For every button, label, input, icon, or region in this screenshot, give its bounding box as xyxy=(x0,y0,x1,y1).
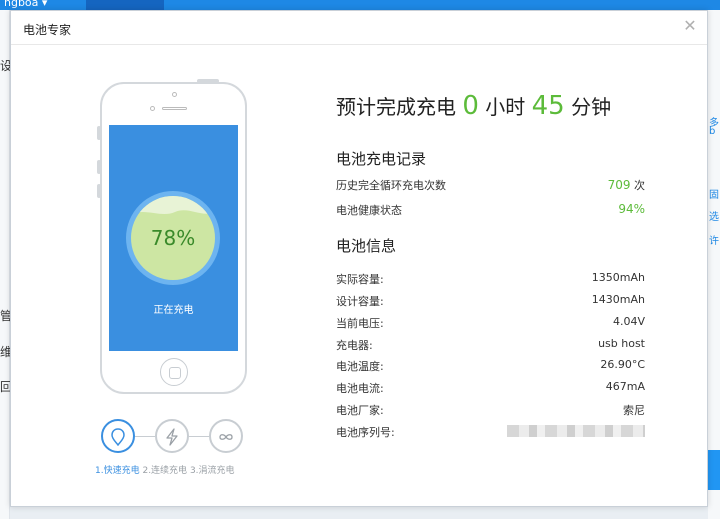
cycles-row: 历史完全循环充电次数 709 次 xyxy=(336,177,645,195)
serial-redacted xyxy=(507,425,645,437)
step-connector xyxy=(135,436,155,437)
step-label: 2.连续充电 xyxy=(142,466,188,476)
info-label: 设计容量: xyxy=(336,295,384,308)
health-value-group: 94% xyxy=(618,202,645,216)
account-dropdown[interactable]: ngboa ▾ xyxy=(4,0,47,9)
step-trickle-charge[interactable] xyxy=(209,419,243,453)
info-value: 4.04V xyxy=(612,315,645,328)
phone-illustration: 78% 正在充电 xyxy=(97,79,247,394)
step-connector xyxy=(189,436,209,437)
phone-power-button xyxy=(197,79,219,83)
estimate-prefix: 预计完成充电 xyxy=(336,95,456,119)
info-value: 26.90°C xyxy=(600,358,645,371)
health-row: 电池健康状态 94% xyxy=(336,202,645,220)
info-row: 设计容量: 1430mAh xyxy=(336,293,645,311)
info-label: 实际容量: xyxy=(336,273,384,286)
dialog-title: 电池专家 xyxy=(23,23,72,37)
phone-speaker-icon xyxy=(162,107,187,110)
charging-stages: 1.快速充电 2.连续充电 3.涓流充电 xyxy=(95,419,261,479)
infinity-icon xyxy=(219,434,233,440)
charge-record-title: 电池充电记录 xyxy=(336,150,427,168)
info-label: 电池厂家: xyxy=(336,404,384,417)
charging-status: 正在充电 xyxy=(153,305,194,316)
info-label: 电池电流: xyxy=(336,382,384,395)
estimate-minutes: 45 xyxy=(531,91,565,121)
step-labels: 1.快速充电 2.连续充电 3.涓流充电 xyxy=(95,463,275,476)
serial-label: 电池序列号: xyxy=(336,426,395,439)
step-label: 1.快速充电 xyxy=(95,466,140,476)
estimate-minutes-unit: 分钟 xyxy=(571,95,612,119)
health-label: 电池健康状态 xyxy=(336,204,402,217)
phone-home-button xyxy=(160,358,188,386)
background-link[interactable]: 许 xyxy=(709,232,719,247)
info-value: 1430mAh xyxy=(591,293,645,306)
health-value: 94% xyxy=(618,202,645,216)
step-label: 3.涓流充电 xyxy=(189,466,235,476)
background-app-titlebar: ngboa ▾ xyxy=(0,0,720,10)
battery-expert-dialog: 电池专家 ✕ 78% 正在充电 1.快速充电 2.连续充电 3.涓流充电 预计完… xyxy=(10,10,708,507)
step-fast-charge[interactable] xyxy=(101,419,135,453)
info-row: 电池厂家: 索尼 xyxy=(336,402,645,420)
step-continuous-charge[interactable] xyxy=(155,419,189,453)
background-right-panel: 多 b 固 选 许 xyxy=(708,10,720,519)
dialog-divider xyxy=(11,44,707,45)
serial-row: 电池序列号: xyxy=(336,424,645,442)
info-row: 当前电压: 4.04V xyxy=(336,315,645,333)
phone-sensor-icon xyxy=(150,106,155,111)
background-tile[interactable] xyxy=(708,450,720,490)
cycles-value-group: 709 次 xyxy=(608,177,645,193)
close-icon[interactable]: ✕ xyxy=(681,17,699,35)
estimate-hours-unit: 小时 xyxy=(485,95,526,119)
battery-info-title: 电池信息 xyxy=(336,237,397,255)
info-value: usb host xyxy=(598,337,645,350)
info-label: 当前电压: xyxy=(336,317,384,330)
phone-side-button xyxy=(97,160,101,174)
cycles-value: 709 xyxy=(607,178,631,192)
info-row: 电池电流: 467mA xyxy=(336,380,645,398)
background-link[interactable]: b xyxy=(709,126,715,137)
phone-screen: 78% 正在充电 xyxy=(109,125,238,351)
phone-side-button xyxy=(97,184,101,198)
phone-side-button xyxy=(97,126,101,140)
background-link[interactable]: 固 xyxy=(709,186,719,201)
cycles-unit: 次 xyxy=(634,179,645,192)
background-left-panel: 设 管 维 回 xyxy=(0,10,12,519)
info-label: 充电器: xyxy=(336,339,373,352)
charge-time-estimate: 预计完成充电 0 小时 45 分钟 xyxy=(336,91,611,121)
info-label: 电池温度: xyxy=(336,360,384,373)
phone-camera-icon xyxy=(172,92,177,97)
info-value: 467mA xyxy=(605,380,645,393)
info-row: 电池温度: 26.90°C xyxy=(336,358,645,376)
background-link[interactable]: 选 xyxy=(709,208,719,223)
info-value: 1350mAh xyxy=(591,271,645,284)
estimate-hours: 0 xyxy=(462,91,479,121)
info-row: 充电器: usb host xyxy=(336,337,645,355)
info-value: 索尼 xyxy=(623,404,645,417)
cycles-label: 历史完全循环充电次数 xyxy=(336,179,446,192)
lightning-icon xyxy=(166,428,178,446)
shield-icon xyxy=(111,428,125,446)
battery-gauge: 78% xyxy=(126,191,220,285)
battery-gauge-fill: 78% xyxy=(131,196,215,280)
info-row: 实际容量: 1350mAh xyxy=(336,271,645,289)
battery-percent: 78% xyxy=(150,226,196,250)
background-selected-tab[interactable] xyxy=(86,0,164,10)
